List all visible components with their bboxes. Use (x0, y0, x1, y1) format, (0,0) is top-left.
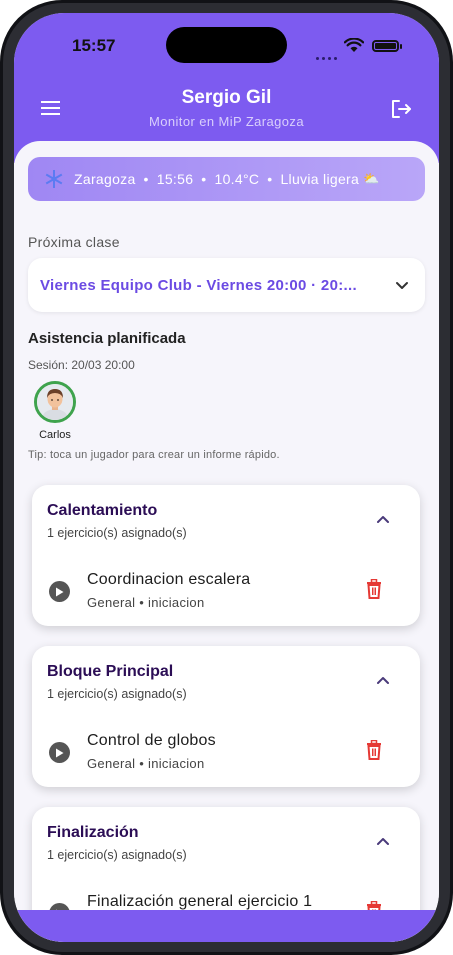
weather-temperature: 10.4°C (214, 171, 260, 187)
bottom-navigation-bar (14, 910, 439, 942)
block-title: Finalización (47, 824, 139, 841)
chevron-up-icon[interactable] (376, 674, 390, 688)
play-circle-icon[interactable] (49, 742, 70, 763)
block-title: Bloque Principal (47, 663, 174, 680)
player-chip[interactable]: Carlos (34, 381, 76, 441)
block-title: Calentamiento (47, 502, 158, 519)
play-circle-icon[interactable] (49, 581, 70, 602)
exercise-meta: General • iniciacion (87, 595, 205, 610)
dynamic-island (166, 27, 287, 63)
cloud-sun-icon: ⛅ (363, 171, 380, 186)
trash-icon[interactable] (366, 740, 382, 760)
block-exercise-count: 1 ejercicio(s) asignado(s) (47, 848, 187, 862)
attendance-title: Asistencia planificada (28, 330, 186, 347)
exercise-name: Coordinacion escalera (87, 571, 251, 588)
next-class-label: Próxima clase (28, 234, 120, 250)
training-block-main: Bloque Principal 1 ejercicio(s) asignado… (32, 646, 420, 787)
training-block-warmup: Calentamiento 1 ejercicio(s) asignado(s)… (32, 485, 420, 626)
battery-icon (372, 40, 402, 52)
chevron-down-icon (396, 282, 408, 289)
weather-city: Zaragoza (74, 171, 136, 187)
weather-condition: Lluvia ligera (280, 171, 360, 187)
weather-banner: Zaragoza • 15:56 • 10.4°C • Lluvia liger… (28, 157, 425, 201)
snowflake-icon (44, 169, 64, 189)
phone-frame: 15:57 Sergio Gil Monitor en MiP Zaragoza… (0, 0, 453, 955)
page-title: Sergio Gil (181, 87, 272, 108)
app-screen: 15:57 Sergio Gil Monitor en MiP Zaragoza… (14, 13, 439, 942)
weather-time: 15:56 (156, 171, 194, 187)
page-subtitle: Monitor en MiP Zaragoza (149, 114, 304, 129)
logout-icon[interactable] (389, 97, 413, 121)
next-class-selected: Viernes Equipo Club - Viernes 20:00 · 20… (40, 276, 357, 294)
status-time: 15:57 (72, 36, 116, 55)
exercise-name: Finalización general ejercicio 1 (87, 893, 313, 910)
avatar (34, 381, 76, 423)
block-exercise-count: 1 ejercicio(s) asignado(s) (47, 526, 187, 540)
chevron-up-icon[interactable] (376, 835, 390, 849)
exercise-meta: General • iniciacion (87, 756, 205, 771)
chevron-up-icon[interactable] (376, 513, 390, 527)
tip-text: Tip: toca un jugador para crear un infor… (28, 449, 280, 461)
weather-separator: • (143, 171, 149, 187)
trash-icon[interactable] (366, 579, 382, 599)
exercise-name: Control de globos (87, 732, 216, 749)
weather-separator: • (267, 171, 273, 187)
session-date: Sesión: 20/03 20:00 (28, 358, 135, 372)
status-icons (316, 38, 408, 60)
cellular-signal-icon (316, 47, 340, 65)
block-exercise-count: 1 ejercicio(s) asignado(s) (47, 687, 187, 701)
main-content: Zaragoza • 15:56 • 10.4°C • Lluvia liger… (14, 141, 439, 942)
player-name: Carlos (39, 429, 71, 441)
weather-separator: • (201, 171, 207, 187)
next-class-dropdown[interactable]: Viernes Equipo Club - Viernes 20:00 · 20… (28, 258, 425, 312)
wifi-icon (344, 38, 364, 52)
